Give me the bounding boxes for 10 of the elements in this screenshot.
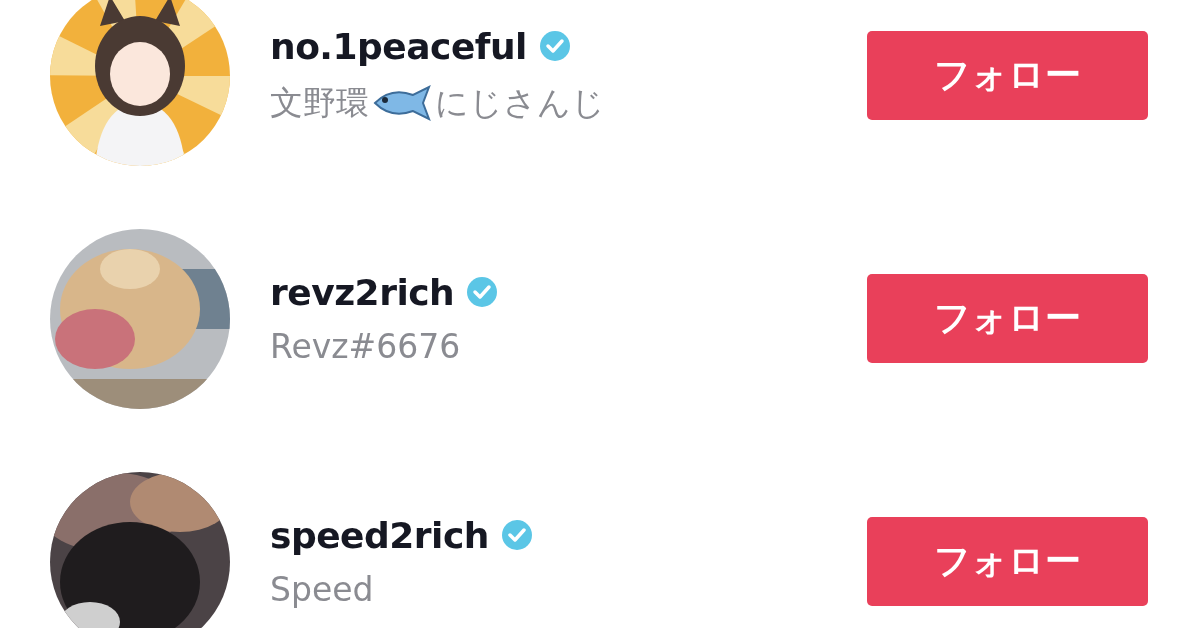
user-bio: にじさんじ [435, 81, 605, 124]
follow-button[interactable]: フォロー [867, 517, 1148, 606]
user-bio: Speed [270, 569, 374, 609]
follow-button[interactable]: フォロー [867, 274, 1148, 363]
follow-button[interactable]: フォロー [867, 31, 1148, 120]
username: no.1peaceful [270, 25, 527, 67]
user-bio: 文野環 [270, 81, 369, 124]
username: speed2rich [270, 514, 489, 556]
username: revz2rich [270, 271, 455, 313]
user-bio: Revz#6676 [270, 326, 461, 366]
